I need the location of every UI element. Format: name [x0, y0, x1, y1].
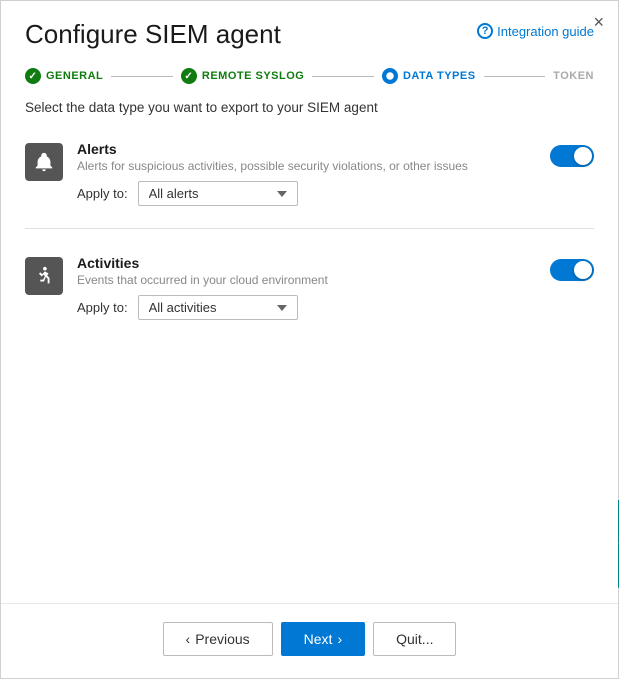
activities-toggle[interactable]: [550, 259, 594, 281]
step-remote-syslog-label: REMOTE SYSLOG: [202, 70, 304, 82]
step-line-1: [111, 76, 173, 77]
activities-apply-row: Apply to: All activities Failed logins A…: [77, 295, 594, 320]
step-line-2: [312, 76, 374, 77]
activities-info: Activities Events that occurred in your …: [77, 255, 328, 287]
alerts-apply-row: Apply to: All alerts High severity Mediu…: [77, 181, 594, 206]
alerts-info: Alerts Alerts for suspicious activities,…: [77, 141, 468, 173]
alerts-body: Alerts Alerts for suspicious activities,…: [77, 141, 594, 206]
step-remote-syslog: ✓ REMOTE SYSLOG: [181, 68, 304, 84]
question-icon: ?: [477, 23, 493, 39]
dialog-footer: ‹ Previous Next › Quit...: [1, 603, 618, 678]
next-chevron-icon: ›: [337, 631, 342, 647]
configure-siem-dialog: × Configure SIEM agent ? Integration gui…: [0, 0, 619, 679]
alerts-toggle[interactable]: [550, 145, 594, 167]
quit-label: Quit...: [396, 631, 433, 647]
quit-button[interactable]: Quit...: [373, 622, 456, 656]
step-data-types-label: DATA TYPES: [403, 70, 476, 82]
activities-name: Activities: [77, 255, 328, 271]
previous-label: Previous: [195, 631, 249, 647]
next-button[interactable]: Next ›: [281, 622, 365, 656]
activities-header: Activities Events that occurred in your …: [77, 255, 594, 287]
activities-body: Activities Events that occurred in your …: [77, 255, 594, 320]
bell-icon: [33, 151, 55, 173]
step-data-types-icon: [382, 68, 398, 84]
step-line-3: [484, 76, 546, 77]
activities-icon-box: [25, 257, 63, 295]
items-divider: [25, 228, 594, 229]
activities-toggle-slider: [550, 259, 594, 281]
alerts-icon-box: [25, 143, 63, 181]
close-button[interactable]: ×: [593, 13, 604, 31]
step-general-icon: ✓: [25, 68, 41, 84]
person-running-icon: [33, 265, 55, 287]
dialog-content: Select the data type you want to export …: [1, 100, 618, 603]
data-item-alerts: Alerts Alerts for suspicious activities,…: [25, 131, 594, 212]
step-data-types: DATA TYPES: [382, 68, 476, 84]
prev-chevron-icon: ‹: [186, 631, 191, 647]
step-token-label: TOKEN: [553, 70, 594, 82]
integration-guide-link[interactable]: ? Integration guide: [477, 23, 594, 39]
integration-guide-label: Integration guide: [497, 24, 594, 39]
alerts-header: Alerts Alerts for suspicious activities,…: [77, 141, 594, 173]
instruction-text: Select the data type you want to export …: [25, 100, 594, 115]
alerts-apply-label: Apply to:: [77, 186, 128, 201]
dialog-header: Configure SIEM agent ? Integration guide: [1, 1, 618, 50]
step-general: ✓ GENERAL: [25, 68, 103, 84]
alerts-toggle-slider: [550, 145, 594, 167]
step-remote-syslog-icon: ✓: [181, 68, 197, 84]
previous-button[interactable]: ‹ Previous: [163, 622, 273, 656]
alerts-name: Alerts: [77, 141, 468, 157]
step-token: TOKEN: [553, 70, 594, 82]
next-label: Next: [304, 631, 333, 647]
alerts-description: Alerts for suspicious activities, possib…: [77, 159, 468, 173]
dialog-title: Configure SIEM agent: [25, 19, 281, 50]
alerts-apply-select[interactable]: All alerts High severity Medium severity…: [138, 181, 298, 206]
stepper: ✓ GENERAL ✓ REMOTE SYSLOG DATA TYPES TOK…: [1, 50, 618, 100]
activities-apply-label: Apply to:: [77, 300, 128, 315]
step-general-label: GENERAL: [46, 70, 103, 82]
activities-description: Events that occurred in your cloud envir…: [77, 273, 328, 287]
activities-apply-select[interactable]: All activities Failed logins Admin activ…: [138, 295, 298, 320]
data-item-activities: Activities Events that occurred in your …: [25, 245, 594, 326]
